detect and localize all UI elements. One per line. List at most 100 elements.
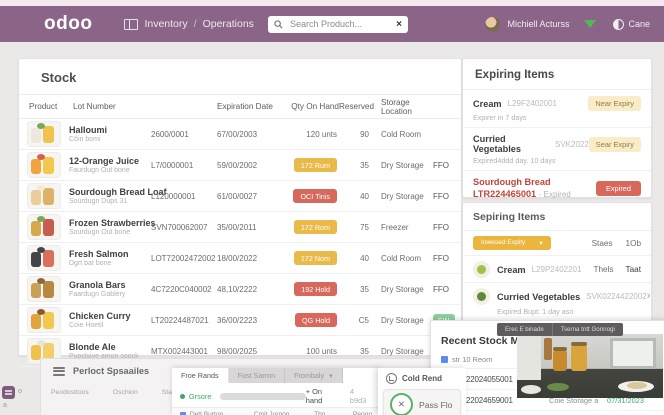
search-input[interactable] xyxy=(287,18,392,30)
stat-label: Staes xyxy=(591,238,613,248)
item-lot: L29F2402001 xyxy=(507,99,557,108)
table-row[interactable]: Frozen Strawberries Sourdugn Out bone SVN… xyxy=(19,212,461,243)
popup-tab[interactable]: Froe Rands xyxy=(172,368,229,383)
product-name: Frozen Strawberries xyxy=(69,218,156,228)
search-box[interactable]: × xyxy=(267,15,408,33)
odoo-logo: odoo xyxy=(44,13,93,34)
item-note: Expirer in 7 days xyxy=(473,113,527,122)
product-thumbnail xyxy=(27,121,61,147)
chevron-down-icon: ▾ xyxy=(329,371,333,380)
qty-on-hand: 100 unts xyxy=(306,346,337,356)
popup-col[interactable]: Thn xyxy=(314,411,353,415)
qty-status-badge: QG Hold xyxy=(295,313,337,327)
table-row[interactable]: Chicken Curry Coie Hoetil LT20224487021 3… xyxy=(19,305,461,336)
overlay-tab[interactable]: Tserna tntt Gonnogi xyxy=(551,323,623,336)
list-item[interactable]: Cream L29F2402001 Near Expiry Expirer in… xyxy=(463,90,651,128)
stock-title: Stock xyxy=(19,59,461,95)
table-row[interactable]: 12-Orange Juice Faurdugn Out bone L7/0000… xyxy=(19,150,461,181)
overlay-tab[interactable]: Erec E binade xyxy=(497,323,552,336)
table-row[interactable]: Sourdough Bread Loaf Sourdugn Dups 31 L12… xyxy=(19,181,461,212)
kitchen-photo xyxy=(517,334,663,398)
product-subtitle: Faardugn Gablery xyxy=(69,291,126,298)
user-avatar[interactable] xyxy=(485,16,501,32)
lot-number: SVN700062007 xyxy=(151,222,208,232)
inventory-app-screen: odoo Inventory / Operations × Michiell A… xyxy=(0,0,664,415)
filter-row: Iowesed Expity ▾ Staes 1Ob xyxy=(463,231,651,256)
storage-location: Dry Storage xyxy=(381,346,424,356)
user-name[interactable]: Michiell Acturss xyxy=(507,19,569,29)
col-product[interactable]: Product xyxy=(25,102,69,111)
breadcrumb-page[interactable]: Operations xyxy=(203,18,254,30)
removal-policy: FFO xyxy=(433,191,449,201)
status-badge: Sear Expiry xyxy=(588,136,641,152)
lot-number: L120000001 xyxy=(151,191,196,201)
col-location[interactable]: Storage Location xyxy=(369,98,425,116)
cold-check-popup: Cold Rend ✕ Pass Flo xyxy=(378,368,466,415)
expiration-date: 98/00/2025 xyxy=(217,346,258,356)
cursor-triangle-icon xyxy=(584,20,597,28)
list-item[interactable]: Cream L29P2402201 Thels Taat xyxy=(463,256,651,283)
location-chip-icon xyxy=(180,411,186,415)
search-clear-icon[interactable]: × xyxy=(396,19,402,30)
product-name: 12-Orange Juice xyxy=(69,156,140,166)
lot-number: 2600/0001 xyxy=(151,129,189,139)
product-name: Halloumi xyxy=(69,125,108,135)
legend-label: Grsore xyxy=(188,391,212,401)
specials-col[interactable]: Oschion xyxy=(113,389,138,396)
product-name: Granola Bars xyxy=(69,280,126,290)
popup-col[interactable]: Dett Burton xyxy=(190,411,254,415)
storage-location: Dry Storage xyxy=(381,284,424,294)
popup-tab[interactable]: Fost Sarron xyxy=(228,368,286,383)
lot-number: LT20224487021 xyxy=(151,315,209,325)
list-item[interactable]: Curried Vegetables SVK2022 Sear Expiry E… xyxy=(463,128,651,171)
col-qty[interactable]: Qty On Hand xyxy=(281,102,339,111)
location-chip-icon xyxy=(441,356,448,363)
storage-location: Dry Storage xyxy=(381,191,424,201)
removal-policy: FFO xyxy=(433,253,449,263)
item-note: - Expired xyxy=(538,189,571,199)
close-circle-icon[interactable]: ✕ xyxy=(390,393,413,415)
popup-table-header: Dett Burton Cmit Jurnon Thn Peoon xyxy=(172,407,380,415)
table-row[interactable]: Granola Bars Faardugn Gablery 4C7220C0400… xyxy=(19,274,461,305)
col-lot[interactable]: Lot Number xyxy=(73,102,217,111)
expiration-date: 48,10/2222 xyxy=(217,284,258,294)
pass-status-label: Pass Flo xyxy=(419,399,453,410)
popup-col[interactable]: Cmit Jurnon xyxy=(254,411,314,415)
chevron-right-icon[interactable]: › xyxy=(647,291,651,302)
refresh-icon xyxy=(386,373,397,384)
menu-icon[interactable] xyxy=(53,366,65,376)
item-meta: Taat xyxy=(625,265,641,274)
storage-location: Dry Storage xyxy=(381,315,424,325)
col-reserved[interactable]: Reserved xyxy=(339,102,374,111)
stock-panel: Stock Product Lot Number Expiration Date… xyxy=(18,58,462,367)
table-row[interactable]: Halloumi Côin bomi 2600/0001 67/00/2003 1… xyxy=(19,119,461,150)
list-item[interactable]: Sourdough Bread LTR224465001 - Expired E… xyxy=(463,171,651,206)
app-launcher-icon[interactable] xyxy=(2,386,15,399)
product-subtitle: Coie Hoetil xyxy=(69,322,104,329)
reserved-qty: 40 xyxy=(360,253,369,263)
reserved-qty: C5 xyxy=(358,315,369,325)
reserved-qty: 35 xyxy=(360,346,369,356)
breadcrumb-app[interactable]: Inventory xyxy=(144,18,187,30)
expiry-filter-pill[interactable]: Iowesed Expity ▾ xyxy=(473,236,551,250)
item-name: Cream xyxy=(497,264,526,275)
specials-col[interactable]: Peodosttoos xyxy=(51,389,89,396)
table-row[interactable]: Fresh Salmon Dgrt bat bone LOT72002472002… xyxy=(19,243,461,274)
green-dot-icon xyxy=(180,393,185,399)
expiring-items-panel: Expiring Items Cream L29F2402001 Near Ex… xyxy=(462,58,652,199)
reserved-qty: 35 xyxy=(360,160,369,170)
pass-status-card[interactable]: ✕ Pass Flo xyxy=(383,389,461,415)
lot-detail-popup: Froe Rands Fost Sarron Frombaly ▾ Grsore… xyxy=(172,368,380,415)
popup-tab[interactable]: Frombaly ▾ xyxy=(285,368,343,383)
lot-number: L7/0000001 xyxy=(151,160,194,170)
product-subtitle: Sourdugn Out bone xyxy=(69,229,131,236)
expiring-title: Expiring Items xyxy=(463,59,651,90)
session-menu[interactable]: Cane xyxy=(613,18,650,30)
col-expiration[interactable]: Expiration Date xyxy=(217,102,281,111)
reserved-qty: 75 xyxy=(360,222,369,232)
popup-col[interactable]: Peoon xyxy=(353,411,372,415)
lot-number: MTX002443001 xyxy=(151,346,208,356)
session-label: Cane xyxy=(628,19,650,29)
list-item[interactable]: Curried Vegetables SVK0224422002 › Expir… xyxy=(463,283,651,321)
edge-text-fragment: o xyxy=(18,388,22,395)
